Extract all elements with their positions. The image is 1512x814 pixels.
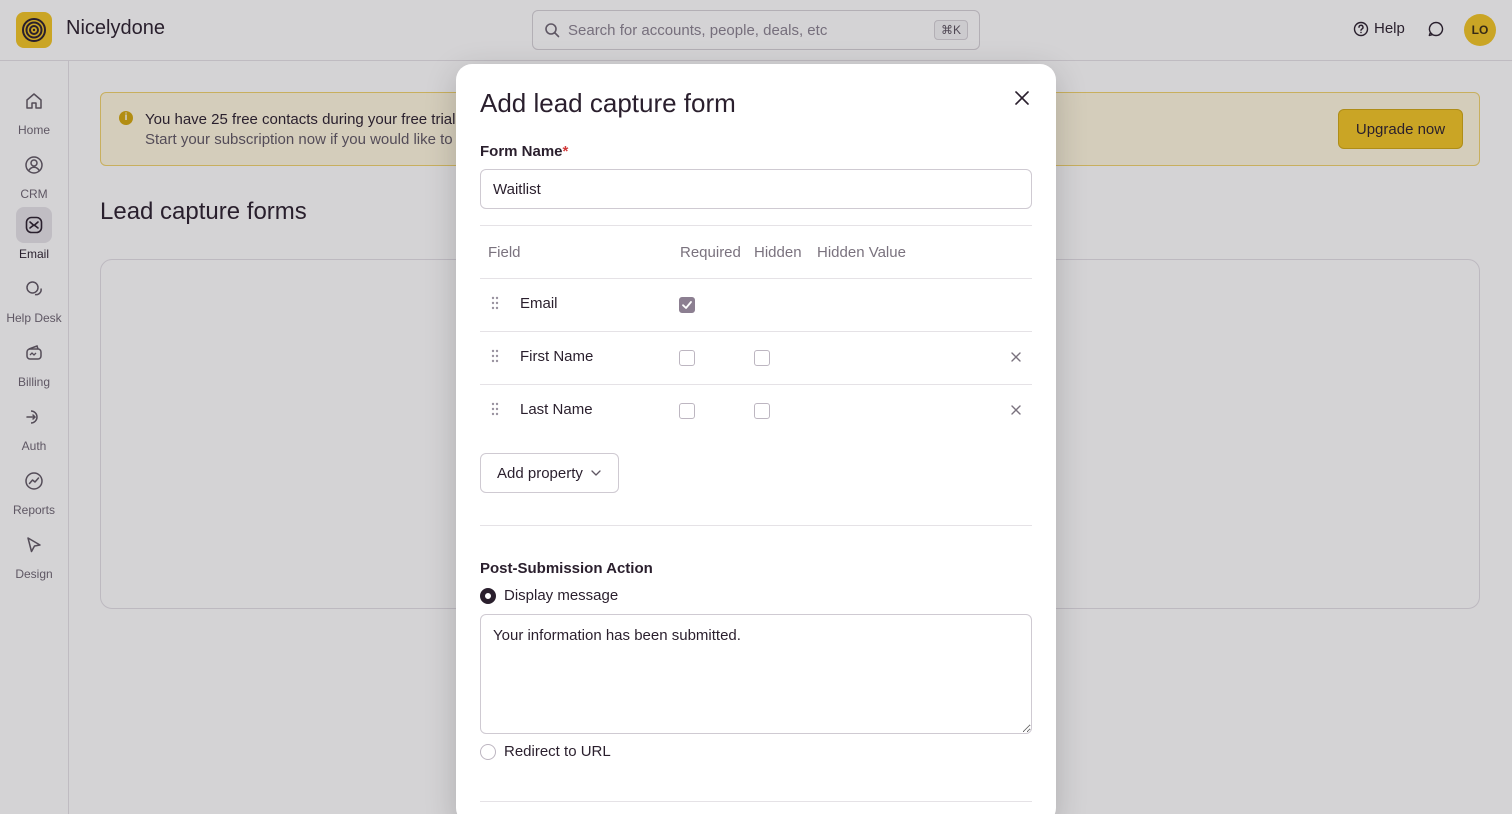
redirect-url-option[interactable]: Redirect to URL xyxy=(480,743,611,760)
divider xyxy=(480,525,1032,526)
form-name-label: Form Name* xyxy=(480,143,568,160)
remove-field-icon[interactable] xyxy=(1010,351,1022,363)
divider xyxy=(480,801,1032,802)
column-header-hidden-value: Hidden Value xyxy=(817,244,906,261)
modal-title: Add lead capture form xyxy=(480,88,736,118)
drag-handle-icon[interactable] xyxy=(490,349,500,363)
drag-handle-icon[interactable] xyxy=(490,296,500,310)
form-name-label-text: Form Name xyxy=(480,143,563,160)
column-header-field: Field xyxy=(488,244,521,261)
close-button[interactable] xyxy=(1012,88,1032,108)
chevron-down-icon xyxy=(591,470,601,476)
close-icon xyxy=(1015,91,1029,105)
divider xyxy=(480,225,1032,226)
checkmark-icon xyxy=(682,301,692,309)
add-property-button[interactable]: Add property xyxy=(480,453,619,493)
add-lead-form-modal: Add lead capture form Form Name* Field R… xyxy=(456,64,1056,814)
hidden-checkbox[interactable] xyxy=(754,350,770,366)
required-checkbox[interactable] xyxy=(679,403,695,419)
redirect-url-radio[interactable] xyxy=(480,743,496,760)
add-property-label: Add property xyxy=(497,464,583,482)
message-textarea[interactable]: Your information has been submitted. xyxy=(480,614,1032,734)
column-header-required: Required xyxy=(680,244,741,261)
redirect-url-label: Redirect to URL xyxy=(504,743,611,760)
drag-handle-icon[interactable] xyxy=(490,402,500,416)
required-checkbox[interactable] xyxy=(679,297,695,313)
remove-field-icon[interactable] xyxy=(1010,404,1022,416)
field-row-last-name: Last Name xyxy=(480,384,1032,437)
post-submission-label: Post-Submission Action xyxy=(480,560,653,577)
field-name: Email xyxy=(520,295,558,312)
field-name: First Name xyxy=(520,348,594,365)
required-checkbox[interactable] xyxy=(679,350,695,366)
hidden-checkbox[interactable] xyxy=(754,403,770,419)
field-row-email: Email xyxy=(480,278,1032,331)
required-asterisk: * xyxy=(562,143,569,160)
field-row-first-name: First Name xyxy=(480,331,1032,384)
field-name: Last Name xyxy=(520,401,593,418)
column-header-hidden: Hidden xyxy=(754,244,802,261)
display-message-radio[interactable] xyxy=(480,587,496,604)
display-message-label: Display message xyxy=(504,587,619,604)
display-message-option[interactable]: Display message xyxy=(480,587,618,604)
form-name-input[interactable] xyxy=(480,169,1032,209)
